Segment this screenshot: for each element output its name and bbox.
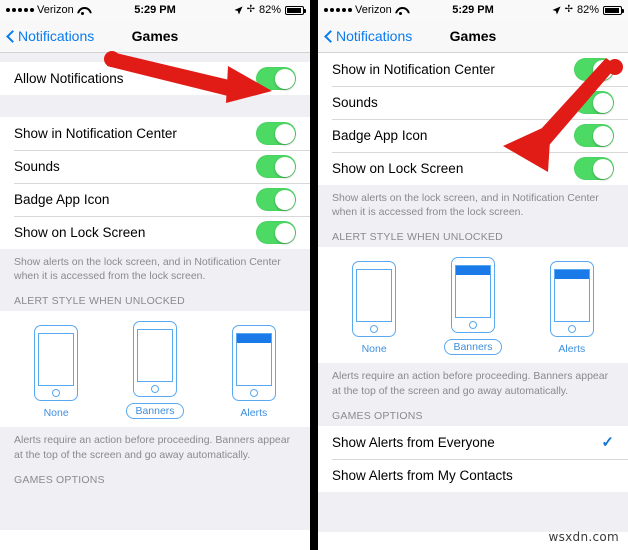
row-label: Allow Notifications xyxy=(14,71,124,86)
battery-icon xyxy=(603,5,624,15)
phone-illustration-icon xyxy=(352,261,397,338)
alert-style-footnote: Alerts require an action before proceedi… xyxy=(0,427,310,466)
phone-illustration-icon xyxy=(132,321,177,398)
games-options-group: Show Alerts from Everyone ✓ Show Alerts … xyxy=(318,425,628,492)
alert-style-header: ALERT STYLE WHEN UNLOCKED xyxy=(0,287,310,312)
bluetooth-icon: ✢ xyxy=(246,4,255,15)
row-show-on-lock-screen[interactable]: Show on Lock Screen xyxy=(0,216,310,249)
spacer xyxy=(0,489,310,530)
carrier-label: Verizon xyxy=(355,4,392,16)
row-label: Show Alerts from My Contacts xyxy=(332,467,513,483)
phone-illustration-icon xyxy=(549,261,594,338)
row-badge-app-icon[interactable]: Badge App Icon xyxy=(318,119,628,152)
status-bar-left: Verizon xyxy=(6,4,88,16)
allow-notifications-toggle[interactable] xyxy=(256,67,296,90)
status-bar-right: ✢ 82% xyxy=(234,4,306,16)
alert-style-label: Banners xyxy=(126,403,184,420)
row-show-in-notification-center[interactable]: Show in Notification Center xyxy=(0,117,310,150)
alert-style-option-none[interactable]: None xyxy=(34,325,79,420)
alert-style-footnote: Alerts require an action before proceedi… xyxy=(318,363,628,402)
lock-screen-footnote: Show alerts on the lock screen, and in N… xyxy=(0,249,310,288)
alert-style-label: None xyxy=(43,407,69,420)
row-label: Show in Notification Center xyxy=(14,126,177,141)
show-on-lock-screen-toggle[interactable] xyxy=(574,157,614,180)
alert-style-label: Banners xyxy=(444,339,502,356)
games-options-header: GAMES OPTIONS xyxy=(0,465,310,490)
right-settings-group: Show in Notification Center Sounds Badge… xyxy=(318,53,628,185)
row-show-alerts-from-my-contacts[interactable]: Show Alerts from My Contacts xyxy=(318,458,628,492)
show-on-lock-screen-toggle[interactable] xyxy=(256,221,296,244)
status-bar: Verizon 5:29 PM ✢ 82% xyxy=(318,0,628,20)
row-allow-notifications[interactable]: Allow Notifications xyxy=(0,62,310,95)
alert-style-option-banners[interactable]: Banners xyxy=(126,321,184,420)
bluetooth-icon: ✢ xyxy=(564,4,573,15)
row-show-alerts-from-everyone[interactable]: Show Alerts from Everyone ✓ xyxy=(318,425,628,459)
row-sounds[interactable]: Sounds xyxy=(0,150,310,183)
battery-percent-label: 82% xyxy=(258,4,281,16)
row-label: Sounds xyxy=(14,159,60,174)
spacer xyxy=(318,491,628,532)
lock-screen-footnote: Show alerts on the lock screen, and in N… xyxy=(318,185,628,224)
alert-style-option-none[interactable]: None xyxy=(352,261,397,356)
alert-style-label: Alerts xyxy=(558,343,586,356)
row-label: Show in Notification Center xyxy=(332,62,495,77)
row-label: Sounds xyxy=(332,95,378,110)
status-bar-right: ✢ 82% xyxy=(552,4,624,16)
wifi-icon xyxy=(395,6,406,15)
alert-style-label: None xyxy=(361,343,387,356)
row-label: Badge App Icon xyxy=(14,192,110,207)
carrier-label: Verizon xyxy=(37,4,74,16)
battery-icon xyxy=(285,5,306,15)
row-badge-app-icon[interactable]: Badge App Icon xyxy=(0,183,310,216)
badge-app-icon-toggle[interactable] xyxy=(574,124,614,147)
wifi-icon xyxy=(77,6,88,15)
games-options-header: GAMES OPTIONS xyxy=(318,401,628,426)
location-arrow-icon xyxy=(234,5,243,15)
watermark: wsxdn.com xyxy=(548,530,619,544)
phone-illustration-icon xyxy=(231,325,276,402)
row-label: Badge App Icon xyxy=(332,128,428,143)
spacer xyxy=(0,95,310,117)
show-in-notification-center-toggle[interactable] xyxy=(574,58,614,81)
spacer xyxy=(0,53,310,62)
signal-dots-icon xyxy=(324,8,352,12)
phone-illustration-icon xyxy=(450,257,495,334)
status-bar-left: Verizon xyxy=(324,4,406,16)
page-title: Games xyxy=(449,28,497,44)
alert-style-option-alerts[interactable]: Alerts xyxy=(549,261,594,356)
right-screen: Verizon 5:29 PM ✢ 82% Notifications Game… xyxy=(318,0,628,550)
row-sounds[interactable]: Sounds xyxy=(318,86,628,119)
nav-bar: Notifications Games xyxy=(318,20,628,53)
signal-dots-icon xyxy=(6,8,34,12)
row-accessory xyxy=(256,67,296,90)
badge-app-icon-toggle[interactable] xyxy=(256,188,296,211)
alert-style-picker: None Banners Alerts xyxy=(318,247,628,364)
alert-style-option-banners[interactable]: Banners xyxy=(444,257,502,356)
row-label: Show on Lock Screen xyxy=(332,161,464,176)
left-screen: Verizon 5:29 PM ✢ 82% Notifications Game… xyxy=(0,0,310,550)
alert-style-option-alerts[interactable]: Alerts xyxy=(231,325,276,420)
status-bar: Verizon 5:29 PM ✢ 82% xyxy=(0,0,310,20)
battery-percent-label: 82% xyxy=(576,4,599,16)
alert-style-header: ALERT STYLE WHEN UNLOCKED xyxy=(318,223,628,248)
row-show-on-lock-screen[interactable]: Show on Lock Screen xyxy=(318,152,628,185)
alert-style-label: Alerts xyxy=(240,407,268,420)
sounds-toggle[interactable] xyxy=(256,155,296,178)
row-label: Show on Lock Screen xyxy=(14,225,146,240)
show-in-notification-center-toggle[interactable] xyxy=(256,122,296,145)
row-label: Show Alerts from Everyone xyxy=(332,434,495,450)
alert-style-picker: None Banners Alerts xyxy=(0,311,310,428)
phone-illustration-icon xyxy=(34,325,79,402)
location-arrow-icon xyxy=(552,5,561,15)
row-show-in-notification-center[interactable]: Show in Notification Center xyxy=(318,53,628,86)
checkmark-icon: ✓ xyxy=(601,433,614,451)
sounds-toggle[interactable] xyxy=(574,91,614,114)
left-settings-group: Show in Notification Center Sounds Badge… xyxy=(0,117,310,249)
page-title: Games xyxy=(131,28,179,44)
nav-bar: Notifications Games xyxy=(0,20,310,53)
screenshot-stage: Verizon 5:29 PM ✢ 82% Notifications Game… xyxy=(0,0,628,550)
